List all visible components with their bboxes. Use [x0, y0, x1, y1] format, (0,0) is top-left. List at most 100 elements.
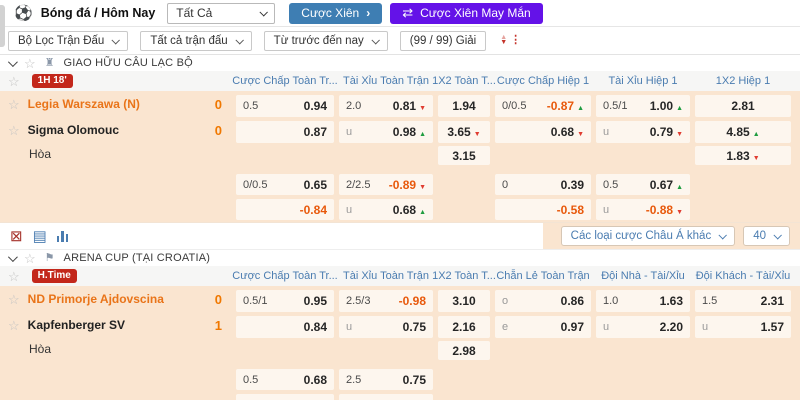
odds-column-headers: Cược Chấp Toàn Tr... Tài Xỉu Toàn Trận 1X2…: [232, 75, 791, 87]
lucky-parlay-button[interactable]: ⇄ Cược Xiên May Mắn: [390, 2, 543, 24]
odds-cell-1x2[interactable]: 1.94: [438, 95, 490, 117]
favorite-star-icon[interactable]: ☆: [8, 124, 20, 137]
odds-cell[interactable]: 0.87: [236, 121, 334, 143]
odds-cell[interactable]: 2.0 0.81 ▼: [339, 95, 433, 117]
favorite-star-icon[interactable]: ☆: [8, 319, 20, 332]
league-count-button[interactable]: (99 / 99) Giải: [399, 30, 487, 51]
favorite-star-icon[interactable]: ☆: [8, 293, 20, 306]
count-dropdown[interactable]: 40: [743, 226, 790, 246]
odds-cell[interactable]: 2.5/3 -0.98: [339, 290, 433, 312]
odds-cell[interactable]: 0.5 0.68: [236, 369, 334, 390]
odds-cell[interactable]: u 1.57: [695, 316, 791, 338]
view-select[interactable]: Tất Cả: [167, 2, 276, 24]
odds-cell[interactable]: 0.5/1 0.95: [236, 290, 334, 312]
odds-cell-empty: [495, 394, 591, 400]
odds-cell[interactable]: e 0.97: [495, 316, 591, 338]
odds-cell[interactable]: 2/2.5 -0.89 ▼: [339, 174, 433, 195]
odds-cell[interactable]: 2.5 0.75: [339, 369, 433, 390]
home-team-row[interactable]: ☆ Legia Warszawa (N) 0: [0, 91, 232, 117]
away-team-row[interactable]: ☆ Kapfenberger SV 1: [0, 312, 232, 338]
odds-cell-1x2[interactable]: 1.83 ▼: [695, 146, 791, 165]
odds-cell[interactable]: 0 0.39: [495, 174, 591, 195]
home-team-row[interactable]: ☆ ND Primorje Ajdovscina 0: [0, 286, 232, 312]
handicap-line: 0/0.5: [243, 178, 268, 191]
time-range-dropdown[interactable]: Từ trước đến nay: [263, 30, 388, 51]
handicap-line: 0.5/1: [243, 295, 268, 307]
odds-value: -0.89: [388, 177, 417, 192]
odds-cell-1x2[interactable]: 3.10: [438, 290, 490, 312]
odds-cell[interactable]: -0.84: [236, 199, 334, 220]
odds-cell-1x2[interactable]: 4.85 ▲: [695, 121, 791, 143]
odds-value-wrap: 0.68 ▼: [551, 123, 584, 141]
odds-up-arrow-icon: ▲: [676, 183, 683, 191]
list-view-icon[interactable]: ▤: [33, 229, 47, 244]
odds-cell-1x2[interactable]: 2.81: [695, 95, 791, 117]
odds-value-wrap: 1.94: [452, 97, 475, 115]
odds-column-header: Đội Nhà - Tài/Xỉu: [601, 270, 685, 282]
odds-value: 4.85: [726, 125, 750, 139]
odds-cell[interactable]: 0.68 ▼: [495, 121, 591, 143]
odds-cell-empty: [495, 146, 591, 165]
odds-cell-1x2[interactable]: 3.15: [438, 146, 490, 165]
collapse-chevron-icon[interactable]: [7, 56, 18, 67]
odds-cell-1x2[interactable]: 3.65 ▼: [438, 121, 490, 143]
odds-value: 0.87: [303, 125, 327, 139]
draw-label: Hòa: [29, 341, 52, 356]
odds-cell[interactable]: -0.89: [236, 394, 334, 400]
odds-cell-1x2[interactable]: 2.98: [438, 341, 490, 360]
odds-value: -0.88: [645, 202, 674, 217]
grid-view-icon[interactable]: ⊠: [10, 229, 23, 244]
handicap-line: u: [346, 126, 353, 138]
odds-cell[interactable]: 0/0.5 0.65: [236, 174, 334, 195]
odds-cell[interactable]: 0.84: [236, 316, 334, 338]
odds-value-wrap: 0.65: [304, 176, 327, 194]
drawer-handle[interactable]: [0, 5, 5, 47]
match-filter-dropdown[interactable]: Bộ Lọc Trận Đấu: [8, 30, 129, 51]
odds-cell[interactable]: u 2.20: [596, 316, 690, 338]
odds-cell[interactable]: 0.5 0.67 ▲: [596, 174, 690, 195]
odds-value: 0.68: [550, 125, 575, 139]
odds-row: 0.87 u 0.98 ▲ 3.65 ▼ 0.68 ▼ u 0.79 ▼ 4.85 ▲: [236, 119, 791, 145]
odds-column-header: Đội Khách - Tài/Xỉu: [695, 270, 791, 282]
odds-cell[interactable]: 0.5 0.94: [236, 95, 334, 117]
odds-cell[interactable]: 1.5 2.31: [695, 290, 791, 312]
league-section: ☆ ♜ GIAO HỮU CÂU LẠC BỘ ☆ 1H 18' Cược Ch…: [0, 55, 800, 222]
odds-cell[interactable]: u -0.88 ▼: [596, 199, 690, 220]
home-team-name: ND Primorje Ajdovscina: [27, 292, 164, 306]
chevron-down-icon: [235, 35, 244, 45]
all-matches-dropdown[interactable]: Tất cả trận đấu: [140, 30, 252, 51]
favorite-star-icon[interactable]: ☆: [8, 98, 20, 111]
favorite-star-icon[interactable]: ☆: [24, 57, 36, 70]
odds-cell[interactable]: -0.58: [495, 199, 591, 220]
stats-chart-icon[interactable]: [56, 230, 69, 242]
time-range-label: Từ trước đến nay: [273, 34, 364, 47]
odds-value-wrap: 1.63: [660, 292, 683, 310]
odds-cell[interactable]: 0.5/1 1.00 ▲: [596, 95, 690, 117]
odds-cell[interactable]: 0/0.5 -0.87 ▲: [495, 95, 591, 117]
handicap-line: u: [702, 321, 709, 333]
odds-cell[interactable]: u 0.75: [339, 316, 433, 338]
odds-cell[interactable]: u 0.98 ▲: [339, 121, 433, 143]
odds-cell[interactable]: u-0.98: [339, 394, 433, 400]
chevron-down-icon: [259, 8, 269, 17]
odds-cell-empty: [438, 199, 490, 220]
odds-value: 0.68: [392, 202, 417, 217]
favorite-star-icon[interactable]: ☆: [24, 252, 36, 265]
bet-types-dropdown[interactable]: Các loại cược Châu Á khác: [560, 226, 736, 246]
odds-cell-1x2[interactable]: 2.16: [438, 316, 490, 338]
odds-cell[interactable]: u 0.79 ▼: [596, 121, 690, 143]
favorite-star-icon[interactable]: ☆: [8, 270, 20, 283]
parlay-button[interactable]: Cược Xiên ›: [289, 2, 383, 24]
odds-cell[interactable]: u 0.68 ▲: [339, 199, 433, 220]
collapse-chevron-icon[interactable]: [7, 251, 18, 262]
away-team-row[interactable]: ☆ Sigma Olomouc 0: [0, 117, 232, 143]
odds-up-arrow-icon: ▲: [676, 105, 683, 112]
sort-icon[interactable]: ▲ ▼ ⋮: [500, 34, 521, 46]
draw-row: Hòa: [0, 143, 232, 164]
odds-row: 0.5 0.68 2.5 0.75: [236, 367, 791, 392]
favorite-star-icon[interactable]: ☆: [8, 75, 20, 88]
odds-cell[interactable]: 1.0 1.63: [596, 290, 690, 312]
odds-value-wrap: 0.86: [561, 292, 584, 310]
odds-cell[interactable]: o 0.86: [495, 290, 591, 312]
odds-value-wrap: 0.94: [304, 97, 327, 115]
